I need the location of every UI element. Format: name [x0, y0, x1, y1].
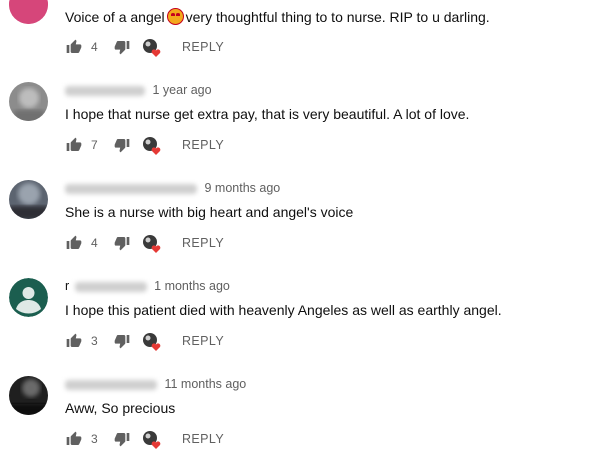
comment-actions: 3 REPLY	[65, 331, 224, 351]
comment-text: I hope this patient died with heavenly A…	[65, 302, 502, 318]
avatar-image	[9, 82, 48, 121]
author-name-redacted[interactable]	[65, 183, 197, 194]
creator-heart-icon[interactable]	[142, 234, 161, 253]
creator-heart-icon[interactable]	[142, 430, 161, 449]
thumbs-down-icon[interactable]	[113, 136, 131, 154]
thumbs-down-icon[interactable]	[113, 38, 131, 56]
comment-actions: 4 REPLY	[65, 37, 224, 57]
like-count: 3	[91, 334, 98, 348]
author-line: 11 months ago	[65, 377, 246, 393]
comment-2: 1 year ago I hope that nurse get extra p…	[0, 72, 603, 170]
reply-button[interactable]: REPLY	[182, 40, 224, 54]
author-name-redacted[interactable]	[74, 281, 147, 292]
thumbs-down-icon[interactable]	[113, 430, 131, 448]
creator-heart-icon[interactable]	[142, 38, 161, 57]
comment-timestamp[interactable]: 9 months ago	[204, 181, 280, 195]
author-line: r 1 months ago	[65, 279, 230, 295]
avatar-image	[9, 376, 48, 415]
thumbs-up-icon[interactable]	[65, 38, 83, 56]
comment-actions: 3 REPLY	[65, 429, 224, 449]
avatar[interactable]	[9, 82, 48, 121]
author-name-visible-part[interactable]: r	[65, 279, 69, 293]
author-line: 1 year ago	[65, 83, 212, 99]
reply-button[interactable]: REPLY	[182, 432, 224, 446]
comment-text: Voice of a angel very thoughtful thing to…	[65, 8, 490, 25]
like-count: 3	[91, 432, 98, 446]
thumbs-up-icon[interactable]	[65, 430, 83, 448]
creator-heart-icon[interactable]	[142, 332, 161, 351]
like-count: 7	[91, 138, 98, 152]
author-name-redacted[interactable]	[65, 379, 157, 390]
thumbs-up-icon[interactable]	[65, 234, 83, 252]
heart-eyes-emoji	[166, 8, 184, 25]
avatar[interactable]	[9, 278, 48, 317]
author-line: 9 months ago	[65, 181, 280, 197]
author-name-redacted[interactable]	[65, 85, 145, 96]
avatar[interactable]	[9, 180, 48, 219]
comment-timestamp[interactable]: 11 months ago	[164, 377, 246, 391]
avatar[interactable]	[9, 376, 48, 415]
comment-actions: 4 REPLY	[65, 233, 224, 253]
avatar[interactable]	[9, 0, 48, 24]
comment-4: r 1 months ago I hope this patient died …	[0, 268, 603, 366]
comment-text: Aww, So precious	[65, 400, 176, 416]
reply-button[interactable]: REPLY	[182, 138, 224, 152]
comment-text: I hope that nurse get extra pay, that is…	[65, 106, 470, 122]
thumbs-up-icon[interactable]	[65, 332, 83, 350]
like-count: 4	[91, 236, 98, 250]
comment-text: She is a nurse with big heart and angel'…	[65, 204, 354, 220]
thumbs-down-icon[interactable]	[113, 234, 131, 252]
default-avatar-icon	[9, 278, 48, 317]
comment-timestamp[interactable]: 1 months ago	[154, 279, 230, 293]
comment-text-part: very thoughtful thing to to nurse. RIP t…	[185, 9, 490, 25]
thumbs-up-icon[interactable]	[65, 136, 83, 154]
comment-3: 9 months ago She is a nurse with big hea…	[0, 170, 603, 268]
avatar-image	[9, 0, 48, 24]
reply-button[interactable]: REPLY	[182, 236, 224, 250]
thumbs-down-icon[interactable]	[113, 332, 131, 350]
comment-timestamp[interactable]: 1 year ago	[152, 83, 211, 97]
comment-text-part: Voice of a angel	[65, 9, 165, 25]
comment-actions: 7 REPLY	[65, 135, 224, 155]
creator-heart-icon[interactable]	[142, 136, 161, 155]
reply-button[interactable]: REPLY	[182, 334, 224, 348]
comment-5: 11 months ago Aww, So precious 3 REPLY	[0, 366, 603, 464]
like-count: 4	[91, 40, 98, 54]
avatar-image	[9, 180, 48, 219]
comment-1: Voice of a angel very thoughtful thing to…	[0, 0, 603, 58]
